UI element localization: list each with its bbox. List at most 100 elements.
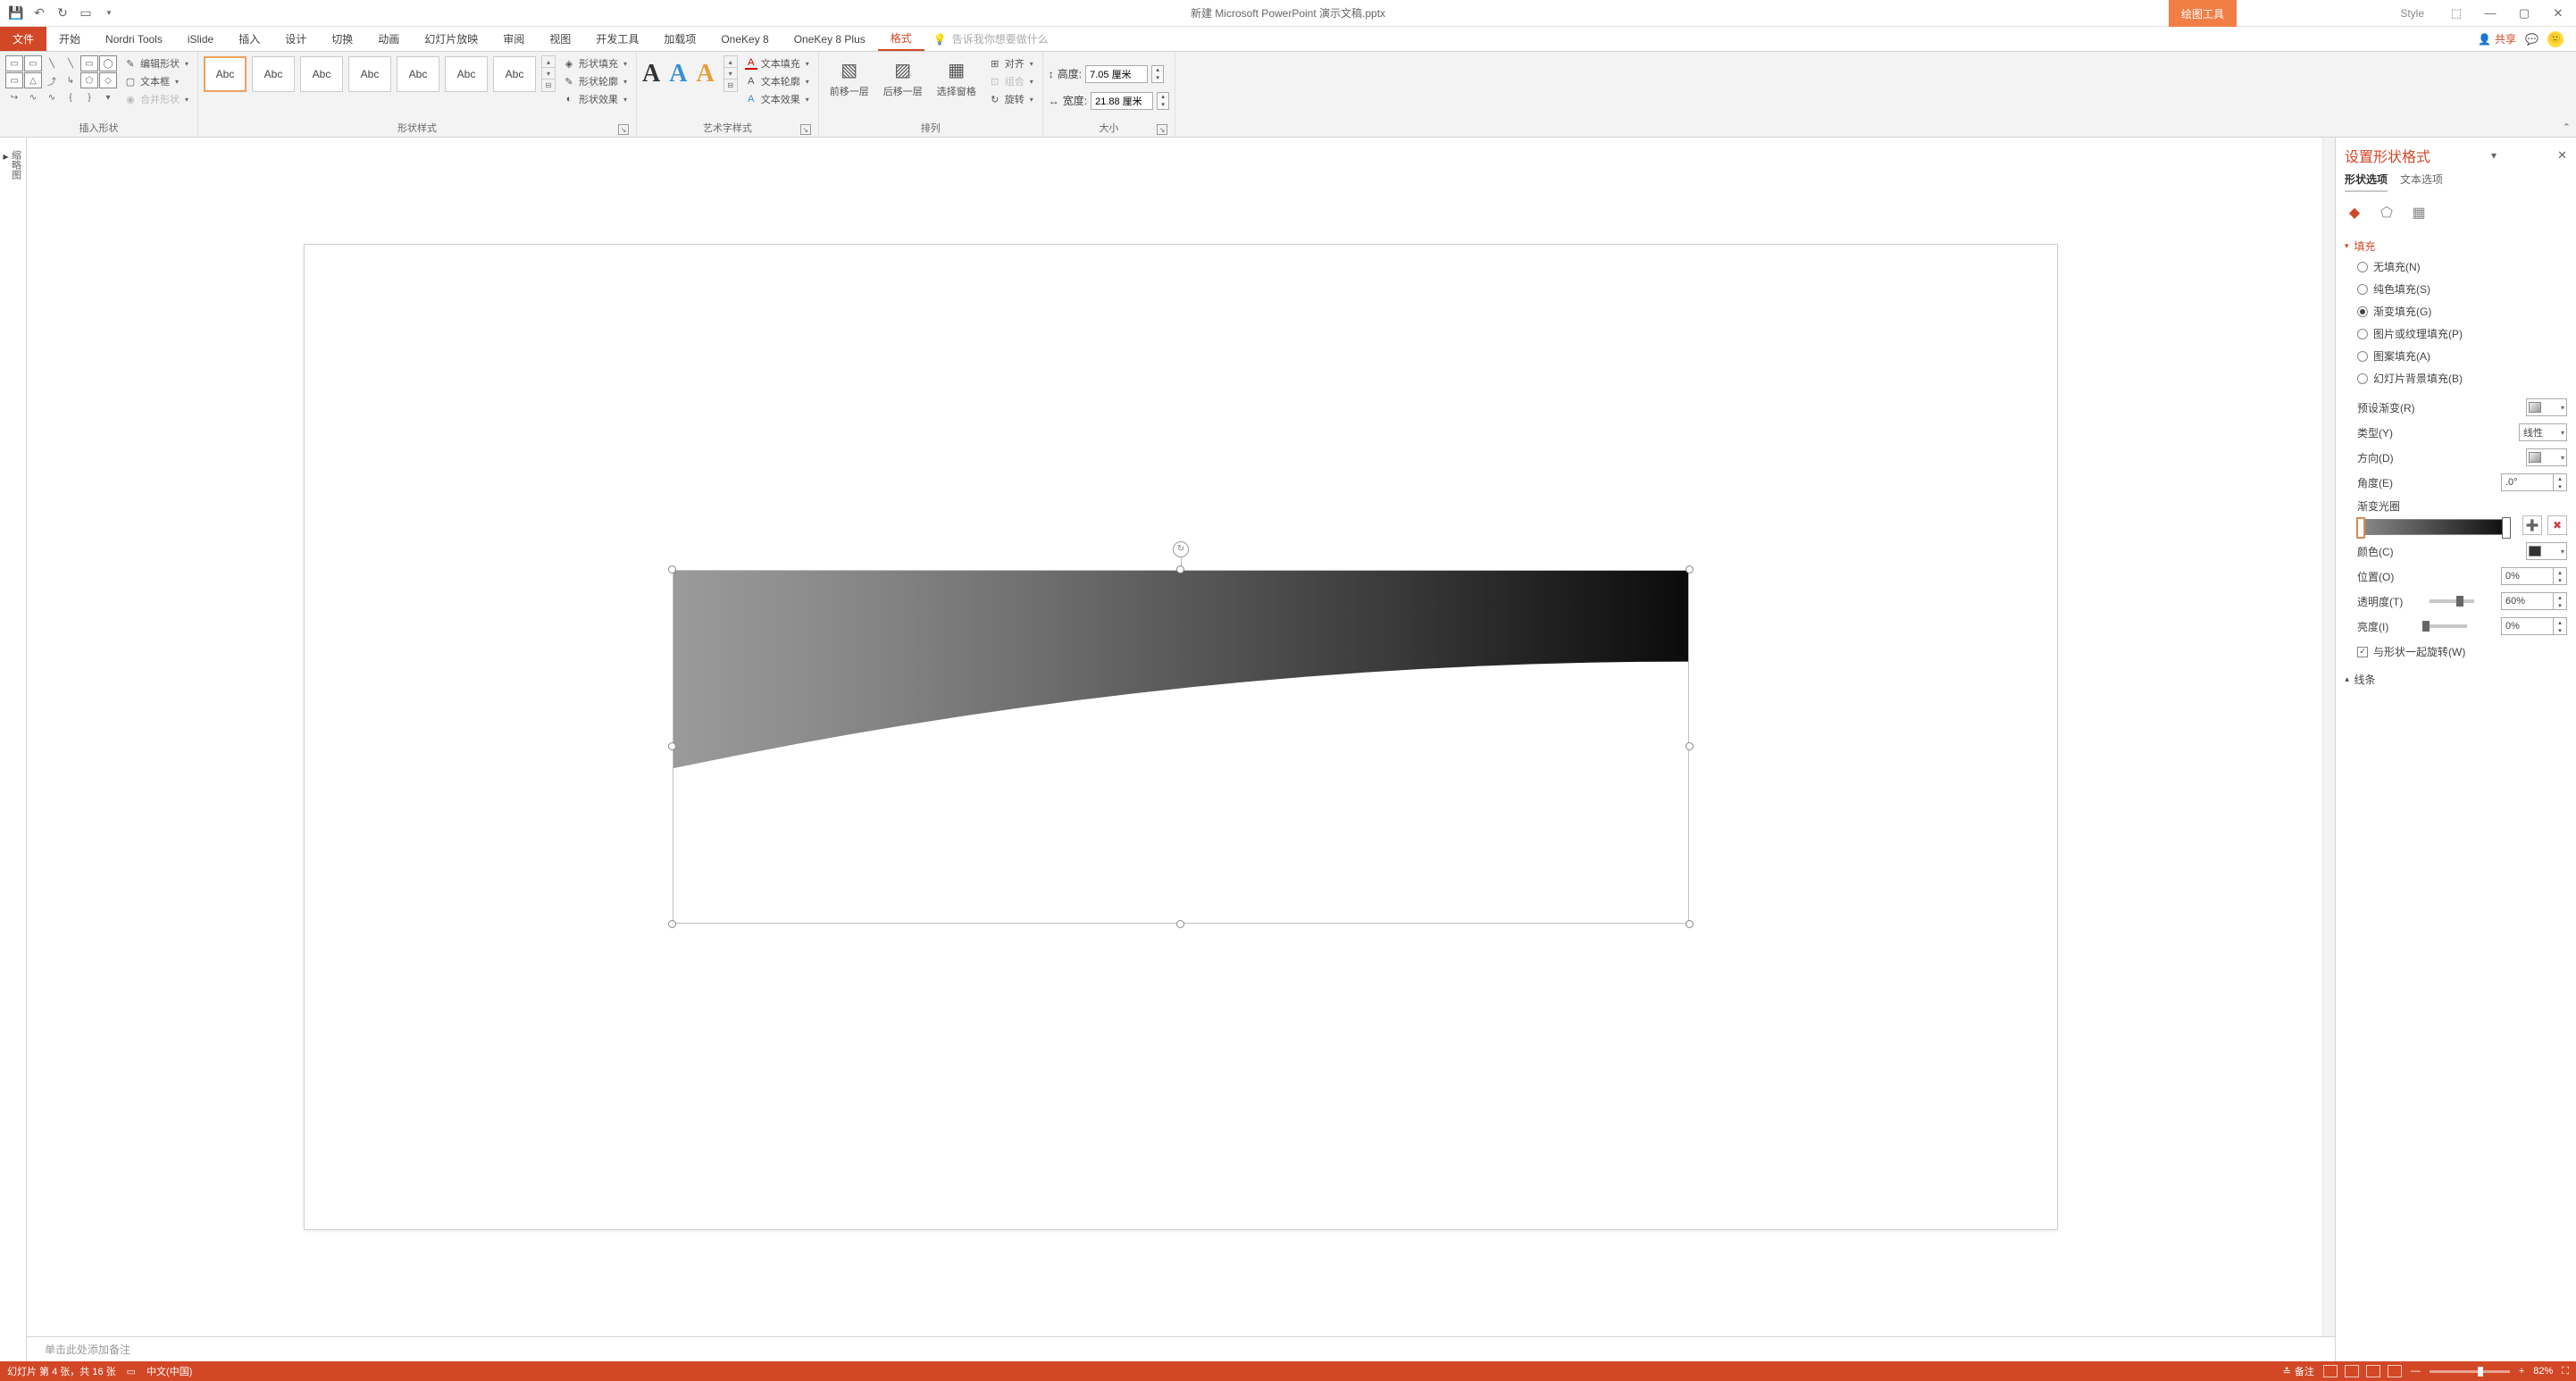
dialog-launcher[interactable]: ↘ (800, 124, 811, 135)
tab-review[interactable]: 审阅 (490, 27, 537, 51)
text-box-button[interactable]: ▢文本框▾ (121, 73, 192, 89)
redo-button[interactable]: ↻ (52, 3, 73, 24)
resize-handle-se[interactable] (1685, 920, 1694, 928)
rotate-with-shape-checkbox[interactable]: ✓ (2357, 647, 2368, 657)
tab-insert[interactable]: 插入 (226, 27, 272, 51)
resize-handle-n[interactable] (1176, 565, 1184, 573)
slide-counter[interactable]: 幻灯片 第 4 张，共 16 张 (7, 1364, 116, 1378)
wordart-item[interactable]: A (669, 60, 687, 88)
transparency-input[interactable]: 60%▴▾ (2501, 592, 2567, 610)
radio-solid-fill[interactable]: 纯色填充(S) (2357, 281, 2567, 297)
stop-color-combo[interactable]: ▾ (2526, 542, 2567, 560)
stop-position-input[interactable]: 0%▴▾ (2501, 567, 2567, 585)
zoom-slider[interactable] (2430, 1370, 2510, 1373)
gradient-stops-track[interactable] (2357, 519, 2510, 535)
tab-design[interactable]: 设计 (272, 27, 319, 51)
radio-picture-fill[interactable]: 图片或纹理填充(P) (2357, 326, 2567, 341)
pane-options-button[interactable]: ▾ (2491, 149, 2497, 162)
zoom-in-button[interactable]: + (2519, 1366, 2524, 1377)
resize-handle-e[interactable] (1685, 742, 1694, 750)
reading-view-button[interactable] (2366, 1365, 2380, 1377)
notes-pane[interactable]: 单击此处添加备注 (27, 1336, 2335, 1361)
radio-gradient-fill[interactable]: 渐变填充(G) (2357, 304, 2567, 319)
slideshow-view-button[interactable] (2388, 1365, 2402, 1377)
fit-to-window-button[interactable]: ⛶ (2562, 1366, 2569, 1377)
tab-format[interactable]: 格式 (878, 27, 924, 51)
zoom-out-button[interactable]: — (2411, 1366, 2421, 1377)
radio-pattern-fill[interactable]: 图案填充(A) (2357, 348, 2567, 364)
feedback-icon[interactable]: 💬 (2525, 33, 2538, 46)
style-swatch[interactable]: Abc (252, 56, 295, 92)
tab-addins[interactable]: 加载项 (651, 27, 708, 51)
dialog-launcher[interactable]: ↘ (1157, 124, 1167, 135)
language-button[interactable]: 中文(中国) (146, 1364, 192, 1378)
undo-button[interactable]: ↶ (29, 3, 50, 24)
fill-line-icon[interactable]: ◆ (2345, 203, 2364, 222)
resize-handle-w[interactable] (668, 742, 676, 750)
shape-fill-button[interactable]: ◈形状填充▾ (559, 55, 631, 71)
gradient-stop[interactable] (2502, 517, 2511, 539)
gradient-type-combo[interactable]: 线性▾ (2519, 423, 2567, 441)
resize-handle-nw[interactable] (668, 565, 676, 573)
tab-view[interactable]: 视图 (537, 27, 583, 51)
tab-slideshow[interactable]: 幻灯片放映 (412, 27, 490, 51)
effects-category-icon[interactable]: ⬠ (2377, 203, 2396, 222)
normal-view-button[interactable] (2323, 1365, 2338, 1377)
qat-customize-button[interactable]: ▾ (98, 3, 120, 24)
shape-outline-button[interactable]: ✎形状轮廓▾ (559, 73, 631, 89)
tab-onekey8[interactable]: OneKey 8 (708, 27, 781, 51)
maximize-button[interactable]: ▢ (2510, 1, 2538, 26)
selected-shape[interactable]: ↻ (673, 570, 1689, 925)
save-button[interactable]: 💾 (5, 3, 27, 24)
style-swatch[interactable]: Abc (493, 56, 536, 92)
spellcheck-icon[interactable]: ▭ (127, 1366, 136, 1377)
pane-tab-shape-options[interactable]: 形状选项 (2345, 172, 2388, 192)
align-button[interactable]: ⊞对齐▾ (985, 55, 1037, 71)
gradient-stop[interactable] (2356, 517, 2365, 539)
bring-forward-button[interactable]: ▧前移一层 (824, 55, 874, 100)
selection-pane-button[interactable]: ▦选择窗格 (932, 55, 982, 100)
rotate-with-shape-row[interactable]: ✓ 与形状一起旋转(W) (2345, 639, 2567, 665)
vertical-scrollbar[interactable] (2322, 138, 2335, 1336)
start-from-beginning-button[interactable]: ▭ (75, 3, 96, 24)
emoji-icon[interactable]: 🙂 (2547, 31, 2563, 47)
edit-shape-button[interactable]: ✎编辑形状▾ (121, 55, 192, 71)
resize-handle-ne[interactable] (1685, 565, 1694, 573)
transparency-slider[interactable] (2430, 599, 2474, 603)
gallery-scroll[interactable]: ▴▾⊟ (723, 55, 738, 92)
pane-tab-text-options[interactable]: 文本选项 (2400, 172, 2443, 192)
tab-animations[interactable]: 动画 (365, 27, 412, 51)
shape-style-gallery[interactable]: Abc Abc Abc Abc Abc Abc Abc ▴▾⊟ (204, 55, 556, 92)
ribbon-display-options-button[interactable]: ⬚ (2442, 1, 2471, 26)
gradient-angle-input[interactable]: .0°▴▾ (2501, 473, 2567, 491)
wordart-gallery[interactable]: A A A ▴▾⊟ (642, 55, 738, 92)
send-backward-button[interactable]: ▨后移一层 (878, 55, 928, 100)
height-input[interactable] (1085, 65, 1148, 83)
rotate-handle[interactable]: ↻ (1173, 541, 1189, 557)
brightness-input[interactable]: 0%▴▾ (2501, 617, 2567, 635)
tab-islide[interactable]: iSlide (175, 27, 226, 51)
thumbnail-rail[interactable]: ▸ 缩略图 (0, 138, 27, 1361)
rotate-button[interactable]: ↻旋转▾ (985, 91, 1037, 107)
section-line-header[interactable]: ▸线条 (2345, 672, 2567, 687)
minimize-button[interactable]: — (2476, 1, 2505, 26)
tab-file[interactable]: 文件 (0, 27, 46, 51)
text-fill-button[interactable]: A文本填充▾ (741, 55, 813, 71)
text-effects-button[interactable]: A文本效果▾ (741, 91, 813, 107)
size-props-icon[interactable]: ▦ (2409, 203, 2429, 222)
width-spinner[interactable]: ▴▾ (1157, 92, 1169, 110)
radio-slide-bg-fill[interactable]: 幻灯片背景填充(B) (2357, 371, 2567, 386)
style-swatch[interactable]: Abc (397, 56, 439, 92)
collapse-ribbon-button[interactable]: ⌃ (2563, 121, 2571, 133)
sorter-view-button[interactable] (2345, 1365, 2359, 1377)
slide[interactable]: ↻ (304, 244, 2058, 1231)
section-fill-header[interactable]: ▾填充 (2345, 239, 2567, 254)
dialog-launcher[interactable]: ↘ (618, 124, 629, 135)
shape-effects-button[interactable]: ◐形状效果▾ (559, 91, 631, 107)
tab-developer[interactable]: 开发工具 (583, 27, 651, 51)
preset-gradient-combo[interactable]: ▾ (2526, 398, 2567, 416)
style-swatch[interactable]: Abc (348, 56, 391, 92)
wordart-item[interactable]: A (697, 60, 715, 88)
tell-me-search[interactable]: 💡 告诉我你想要做什么 (924, 27, 1049, 51)
zoom-value[interactable]: 82% (2533, 1366, 2553, 1377)
